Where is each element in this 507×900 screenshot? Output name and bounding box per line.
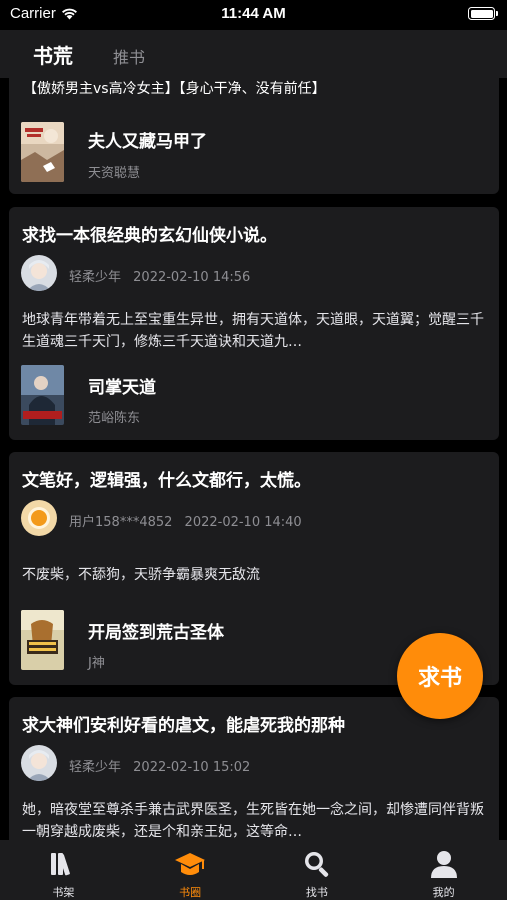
post-card[interactable]: 求大神们安利好看的虐文，能虐死我的那种 轻柔少年 2022-02-10 15:0… bbox=[9, 697, 499, 840]
book-author: 天资聪慧 bbox=[88, 166, 141, 181]
post-title[interactable]: 求大神们安利好看的虐文，能虐死我的那种 bbox=[22, 711, 345, 736]
status-bar: Carrier 11:44 AM bbox=[0, 0, 507, 30]
request-book-button[interactable]: 求书 bbox=[397, 633, 483, 719]
status-time: 11:44 AM bbox=[221, 5, 286, 22]
avatar[interactable] bbox=[21, 500, 57, 536]
tab-mine[interactable]: 我的 bbox=[380, 840, 507, 900]
post-body: 不废柴，不舔狗，天骄争霸暴爽无敌流 bbox=[22, 567, 260, 583]
post-time: 2022-02-10 14:56 bbox=[133, 270, 251, 285]
post-author[interactable]: 轻柔少年 bbox=[69, 270, 121, 285]
tab-tuishu[interactable]: 推书 bbox=[113, 44, 145, 68]
tab-findbook[interactable]: 找书 bbox=[254, 840, 381, 900]
post-author[interactable]: 用户158***4852 bbox=[69, 515, 172, 530]
tab-bookshelf[interactable]: 书架 bbox=[0, 840, 127, 900]
post-body: 她，暗夜堂至尊杀手兼古武界医圣，生死皆在她一念之间，却惨遭同伴背叛一朝穿越成废柴… bbox=[22, 802, 484, 840]
tab-shuhuang[interactable]: 书荒 bbox=[33, 40, 73, 69]
post-meta: 轻柔少年 2022-02-10 14:56 bbox=[69, 266, 250, 285]
post-feed[interactable]: 【傲娇男主vs高冷女主】【身心干净、没有前任】 夫人又藏马甲了 天资聪慧 求找一… bbox=[0, 78, 507, 840]
book-cover[interactable] bbox=[21, 365, 64, 425]
user-icon bbox=[430, 851, 457, 878]
book-author: 范峪陈东 bbox=[88, 411, 141, 426]
graduation-cap-icon bbox=[175, 853, 206, 875]
post-author[interactable]: 轻柔少年 bbox=[69, 760, 121, 775]
battery-icon bbox=[468, 7, 498, 20]
book-author: J神 bbox=[88, 656, 105, 671]
post-card[interactable]: 【傲娇男主vs高冷女主】【身心干净、没有前任】 夫人又藏马甲了 天资聪慧 bbox=[9, 78, 499, 194]
book-cover[interactable] bbox=[21, 610, 64, 670]
book-title[interactable]: 司掌天道 bbox=[88, 373, 156, 398]
avatar[interactable] bbox=[21, 255, 57, 291]
tab-label: 书架 bbox=[52, 886, 75, 899]
book-title[interactable]: 开局签到荒古圣体 bbox=[88, 618, 224, 643]
post-card[interactable]: 求找一本很经典的玄幻仙侠小说。 轻柔少年 2022-02-10 14:56 地球… bbox=[9, 207, 499, 440]
post-body: 地球青年带着无上至宝重生异世，拥有天道体，天道眼，天道翼；觉醒三千生道魂三千天门… bbox=[22, 312, 484, 350]
book-cover[interactable] bbox=[21, 122, 64, 182]
post-tags: 【傲娇男主vs高冷女主】【身心干净、没有前任】 bbox=[23, 81, 326, 97]
search-icon bbox=[304, 852, 329, 877]
tab-label: 书圈 bbox=[179, 886, 202, 899]
avatar[interactable] bbox=[21, 745, 57, 781]
top-tab-bar: 书荒 推书 bbox=[0, 30, 507, 78]
book-title[interactable]: 夫人又藏马甲了 bbox=[88, 127, 207, 152]
post-time: 2022-02-10 14:40 bbox=[184, 515, 302, 530]
tab-label: 我的 bbox=[432, 886, 455, 899]
tab-label: 找书 bbox=[305, 886, 328, 899]
post-title[interactable]: 文笔好，逻辑强，什么文都行，太慌。 bbox=[22, 466, 311, 491]
tab-bookcircle[interactable]: 书圈 bbox=[127, 840, 254, 900]
books-icon bbox=[51, 853, 71, 876]
post-meta: 用户158***4852 2022-02-10 14:40 bbox=[69, 511, 302, 530]
post-time: 2022-02-10 15:02 bbox=[133, 760, 251, 775]
post-title[interactable]: 求找一本很经典的玄幻仙侠小说。 bbox=[22, 221, 277, 246]
bottom-tab-bar: 书架 书圈 找书 我的 bbox=[0, 840, 507, 900]
post-meta: 轻柔少年 2022-02-10 15:02 bbox=[69, 756, 250, 775]
